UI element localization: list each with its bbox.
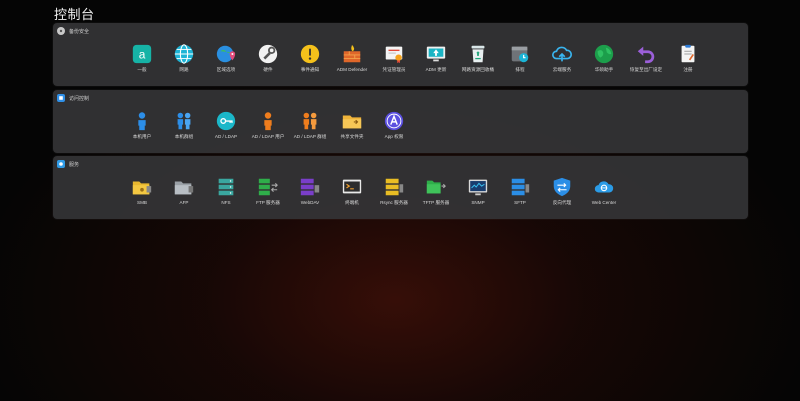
item-label: 华硕助手 [594, 67, 614, 72]
sftp-server-icon [511, 178, 530, 196]
ftp-server-icon [258, 178, 278, 196]
firewall-icon [343, 44, 361, 63]
web-center-icon [594, 181, 614, 193]
earth-icon [594, 44, 614, 64]
panel-header: 服务 [57, 159, 79, 169]
shared-folder-icon [342, 115, 362, 129]
schedule-icon [511, 46, 529, 63]
webdav-server-icon [300, 178, 320, 196]
gear-icon [57, 27, 65, 35]
page-title: 控制台 [54, 7, 95, 22]
item-label: 终端机 [345, 200, 359, 205]
globe-icon [174, 44, 194, 64]
item-label: 硬件 [263, 67, 273, 72]
item-label: App 权限 [384, 134, 404, 139]
item-label: FTP 服务器 [256, 200, 280, 205]
alert-icon [300, 44, 320, 64]
item-label: SFTP [514, 200, 526, 205]
panel-system-security: 备份安全 a 一般 网路 区域选项 硬件 事件通知 ADM Defender 凭… [53, 23, 748, 86]
item-label: SMB [137, 200, 147, 205]
access-control-icon [57, 94, 65, 102]
item-app-permissions[interactable]: App 权限 [364, 110, 424, 140]
tftp-server-icon [426, 180, 446, 194]
item-label: 本机用户 [132, 134, 152, 139]
recycle-bin-icon [471, 45, 485, 63]
item-label: ADM Defender [336, 67, 368, 72]
rsync-server-icon [385, 178, 404, 196]
app-permission-icon [384, 111, 404, 131]
item-label: SNMP [471, 200, 485, 205]
item-label: 事件通知 [300, 67, 320, 72]
item-label: 云端服务 [552, 67, 572, 72]
item-label: 注册 [683, 67, 693, 72]
afp-folder-icon [174, 181, 194, 195]
panel-access-control: 访问控制 本机用户 本机群组 AD / LDAP AD / LDAP 用户 AD… [53, 90, 748, 153]
hardware-icon [258, 44, 278, 64]
item-label: 本机群组 [174, 134, 194, 139]
panel-title: 服务 [69, 161, 80, 168]
item-label: 网路 [179, 67, 189, 72]
item-label: Rsync 服务器 [380, 200, 408, 205]
item-label: 凭证管理员 [382, 67, 406, 72]
item-registration[interactable]: 注册 [658, 43, 718, 73]
user-icon [138, 112, 146, 131]
item-label: 一般 [137, 67, 147, 72]
nfs-server-icon [218, 178, 234, 196]
item-label: TFTP 服务器 [422, 200, 450, 205]
panel-services: 服务 SMB AFP NFS FTP 服务器 WebDAV 终端机 Rsync … [53, 156, 748, 219]
item-label: WebDAV [300, 200, 320, 205]
certificate-icon [385, 46, 403, 64]
cloud-icon [552, 46, 572, 62]
smb-folder-icon [132, 181, 152, 195]
item-label: 反向代理 [552, 200, 572, 205]
update-icon [426, 46, 446, 62]
panel-title: 访问控制 [69, 95, 90, 102]
item-label: 共享文件夹 [340, 134, 364, 139]
ldap-user-icon [264, 112, 272, 131]
ldap-group-icon [303, 112, 317, 130]
svg-text:a: a [139, 48, 146, 62]
item-label: AD / LDAP [214, 134, 238, 139]
region-icon [216, 45, 236, 63]
item-label: NFS [221, 200, 231, 205]
reverse-proxy-icon [553, 177, 571, 197]
item-label: ADM 更新 [425, 67, 447, 72]
panel-title: 备份安全 [69, 28, 90, 35]
panel-header: 访问控制 [57, 93, 89, 103]
key-icon [216, 111, 236, 131]
item-label: Web Center [591, 200, 617, 205]
general-icon: a [132, 44, 152, 64]
panel-header: 备份安全 [57, 26, 89, 36]
reset-icon [637, 46, 655, 64]
snmp-monitor-icon [468, 179, 488, 196]
terminal-icon [342, 179, 362, 194]
services-icon [57, 160, 65, 168]
item-label: 区域选项 [216, 67, 236, 72]
group-icon [177, 112, 191, 130]
registration-icon [681, 44, 695, 63]
item-label: AFP [179, 200, 189, 205]
item-label: 排程 [515, 67, 525, 72]
item-web-center[interactable]: Web Center [574, 176, 634, 205]
